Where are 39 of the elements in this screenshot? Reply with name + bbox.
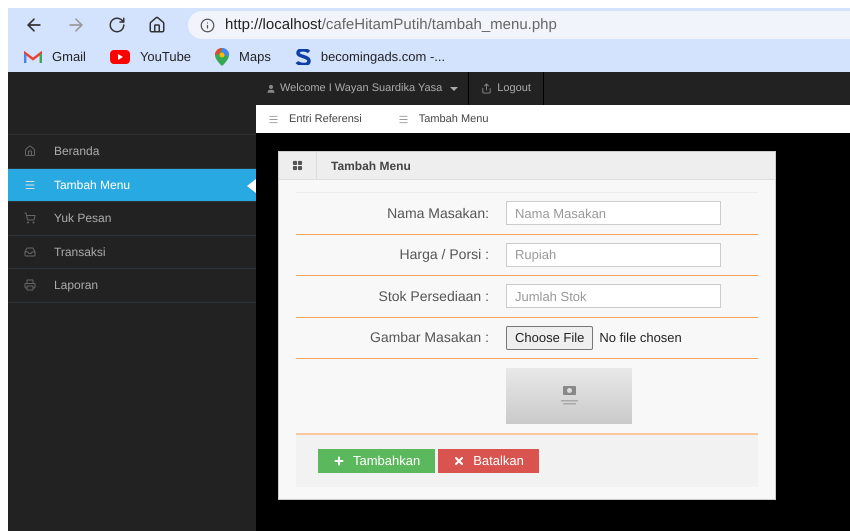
bookmark[interactable]: Gmail — [24, 47, 86, 67]
input-field[interactable]: Jumlah Stok — [506, 284, 721, 308]
breadcrumb-link[interactable]: Entri Referensi — [268, 110, 362, 128]
field-label: Nama Masakan: — [387, 204, 489, 221]
field-label: Harga / Porsi : — [400, 246, 489, 262]
grid-icon — [292, 160, 303, 171]
plus-icon — [333, 455, 345, 467]
home-icon — [24, 145, 36, 158]
close-icon — [453, 455, 466, 467]
choose-file-button[interactable]: Choose File — [506, 326, 594, 350]
field-label: Stok Persediaan : — [378, 288, 489, 304]
inbox-icon — [24, 246, 36, 258]
address-bar[interactable]: http://localhost/cafeHitamPutih/tambah_menu.php — [188, 11, 850, 39]
mail-icon — [24, 50, 42, 64]
bookmark[interactable]: Maps — [215, 47, 271, 67]
menu-icon — [24, 178, 36, 191]
s-logo-icon — [294, 49, 311, 65]
cart-icon — [24, 212, 36, 224]
printer-icon — [24, 279, 36, 292]
cancel-button[interactable]: Batalkan — [438, 449, 539, 473]
panel-title: Tambah Menu — [330, 158, 411, 174]
breadcrumb-link[interactable]: Tambah Menu — [398, 110, 488, 128]
info-icon — [200, 18, 215, 32]
share-icon — [481, 83, 492, 94]
menu-icon — [398, 114, 409, 124]
play-icon — [110, 50, 130, 64]
file-status: No file chosen — [599, 329, 682, 347]
input-field[interactable]: Nama Masakan — [506, 201, 721, 226]
input-field[interactable]: Rupiah — [506, 242, 721, 267]
user-icon — [266, 84, 276, 94]
reload-icon[interactable] — [108, 16, 126, 34]
home-icon[interactable] — [148, 16, 166, 34]
bookmark[interactable]: becomingads.com -... — [294, 47, 446, 67]
field-label: Gambar Masakan : — [370, 329, 489, 346]
map-pin-icon — [215, 48, 230, 66]
bookmark[interactable]: YouTube — [110, 47, 192, 67]
caret-icon — [450, 86, 458, 90]
url-text: http://localhost/cafeHitamPutih/tambah_menu.php — [225, 14, 557, 35]
menu-icon — [268, 114, 279, 124]
